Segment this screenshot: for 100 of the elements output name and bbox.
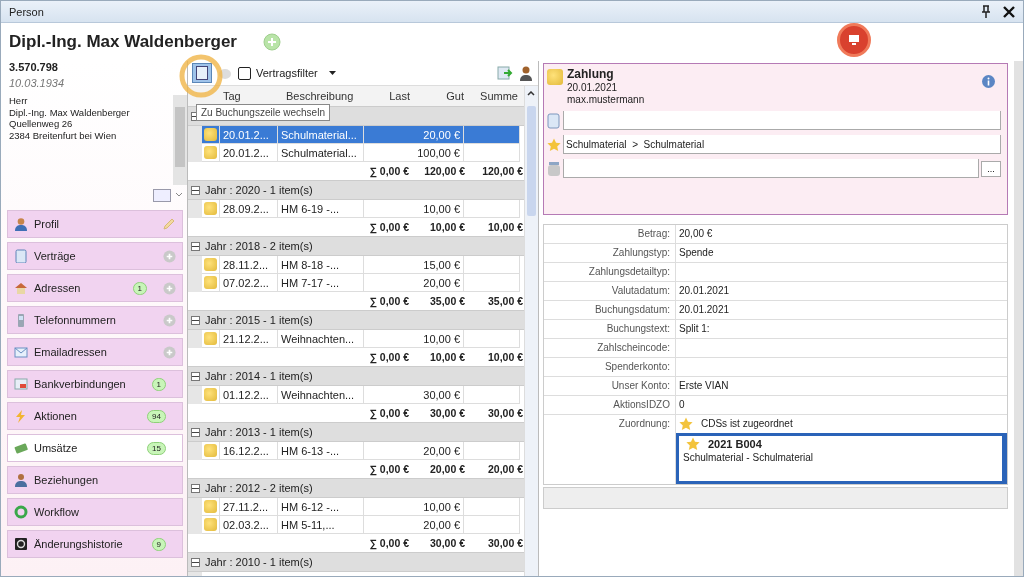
coins-icon (204, 146, 217, 159)
collapse-icon[interactable] (191, 483, 200, 493)
address-line: Herr (9, 95, 29, 107)
person-icon[interactable] (518, 65, 534, 81)
info-icon[interactable] (982, 75, 995, 88)
group-header: Jahr : 2018 - 2 item(s) (205, 240, 313, 252)
column-header[interactable]: Gut (410, 90, 464, 102)
nav-item[interactable]: Änderungshistorie 9 (7, 530, 183, 558)
scrollbar[interactable] (173, 95, 187, 185)
input-field[interactable]: Schulmaterial > Schulmaterial (563, 135, 1001, 154)
filter-label[interactable]: Vertragsfilter (256, 67, 318, 79)
export-icon[interactable] (497, 65, 513, 81)
browse-button[interactable]: ... (981, 160, 1001, 177)
group-header: Jahr : 2014 - 1 item(s) (205, 370, 313, 382)
nav-item[interactable]: Profil (7, 210, 183, 238)
input-field[interactable] (563, 159, 979, 178)
scrollbar[interactable] (524, 86, 538, 576)
coins-icon (547, 69, 563, 85)
group-header: Jahr : 2015 - 1 item(s) (205, 314, 313, 326)
field-label: Buchungsdatum: (544, 301, 676, 319)
scrollbar-thumb[interactable] (527, 106, 536, 216)
pin-icon[interactable] (981, 4, 991, 19)
total-cell-text: 20,00 € (486, 463, 524, 475)
table-cell: Schulmaterial... (278, 126, 364, 144)
total-cell-text: ∑ 0,00 € (368, 463, 409, 475)
payment-title: Zahlung (567, 67, 615, 82)
nav-item[interactable]: Umsätze 15 (7, 434, 183, 462)
group-header-row[interactable]: Jahr : 2015 - 1 item(s) (188, 311, 524, 330)
table-row[interactable]: 16.12.2... HM 6-13 -... 20,00 € (188, 442, 524, 460)
group-header-row[interactable]: Jahr : 2020 - 1 item(s) (188, 181, 524, 200)
nav-item[interactable]: Aktionen 94 (7, 402, 183, 430)
count-badge: 1 (132, 281, 147, 295)
person-number: 3.570.798 (8, 61, 59, 73)
assignment-text: Schulmaterial - Schulmaterial (683, 451, 815, 465)
contact-card-icon[interactable] (153, 188, 171, 202)
column-header[interactable]: Last (364, 90, 410, 102)
goto-booking-button[interactable] (192, 63, 212, 83)
nav-item[interactable]: Verträge (7, 242, 183, 270)
nav-item[interactable]: Emailadressen (7, 338, 183, 366)
group-header-row[interactable]: Jahr : 2013 - 1 item(s) (188, 423, 524, 442)
input-field[interactable] (563, 111, 1001, 130)
address-line: Dipl.-Ing. Max Waldenberger (9, 106, 131, 118)
collapse-icon[interactable] (191, 185, 200, 195)
total-cell-text: 30,00 € (428, 407, 465, 419)
table-cell: 10,00 € (364, 200, 464, 218)
table-cell: 21.12.2... (220, 330, 278, 348)
field-value: 20,00 € (679, 228, 713, 239)
total-cell-text: ∑ 0,00 € (368, 407, 409, 419)
chevron-icon[interactable] (175, 192, 183, 198)
close-icon[interactable] (1003, 5, 1015, 18)
group-header-row[interactable]: Jahr : 2018 - 2 item(s) (188, 237, 524, 256)
table-cell: HM 8-18 -... (278, 256, 364, 274)
table-cell: HM 6-19 -... (278, 200, 364, 218)
scrollbar[interactable] (1014, 61, 1023, 576)
nav-item[interactable]: Bankverbindungen 1 (7, 370, 183, 398)
group-header-row[interactable]: Jahr : 2010 - 1 item(s) (188, 553, 524, 572)
coins-icon (204, 128, 217, 141)
group-header-row[interactable]: Jahr : 2012 - 2 item(s) (188, 479, 524, 498)
collapse-icon[interactable] (191, 427, 200, 437)
collapse-icon[interactable] (191, 241, 200, 251)
table-row[interactable]: 07.02.2... HM 7-17 -... 20,00 € (188, 274, 524, 292)
table-row[interactable]: 28.09.2... HM 6-19 -... 10,00 € (188, 200, 524, 218)
column-header[interactable]: Beschreibung (278, 90, 364, 102)
nav-item[interactable]: Telefonnummern (7, 306, 183, 334)
group-header-row[interactable]: Jahr : 2014 - 1 item(s) (188, 367, 524, 386)
record-button[interactable] (837, 23, 871, 57)
field-label: AktionsIDZO (544, 396, 676, 414)
assignment-card[interactable]: 2021 B004 Schulmaterial - Schulmaterial (676, 433, 1007, 484)
table-cell: HM 5-11,... (278, 516, 364, 534)
table-row[interactable]: 20.01.2... Schulmaterial... 100,00 € (188, 144, 524, 162)
field-label: Spenderkonto: (544, 358, 676, 376)
table-cell: HM 6-13 -... (278, 442, 364, 460)
table-row[interactable]: 02.03.2... HM 5-11,... 20,00 € (188, 516, 524, 534)
total-cell-text: ∑ 0,00 € (368, 537, 409, 549)
table-row[interactable]: 27.11.2... HM 6-12 -... 10,00 € (188, 498, 524, 516)
caret-icon[interactable] (328, 71, 336, 75)
filter-checkbox[interactable] (238, 66, 251, 80)
nav-item[interactable]: Adressen 1 (7, 274, 183, 302)
nav-item[interactable]: Beziehungen (7, 466, 183, 494)
table-row[interactable]: 20.01.2... Schulmaterial... 20,00 € (188, 126, 524, 144)
coins-icon (204, 388, 217, 401)
table-row[interactable]: 28.11.2... HM 8-18 -... 15,00 € (188, 256, 524, 274)
table-row[interactable]: 01.12.2... Weihnachten... 30,00 € (188, 386, 524, 404)
card-icon (14, 377, 28, 391)
nav-item[interactable]: Workflow (7, 498, 183, 526)
column-header[interactable]: Tag (220, 90, 278, 102)
total-cell-text: 35,00 € (428, 295, 465, 307)
collapse-icon[interactable] (191, 557, 200, 567)
table-cell: 20,00 € (364, 516, 464, 534)
collapse-icon[interactable] (191, 315, 200, 325)
table-cell: 20,00 € (364, 126, 464, 144)
field-value: 0 (679, 399, 685, 410)
column-header[interactable]: Summe (464, 90, 520, 102)
table-cell: 01.12.2... (220, 386, 278, 404)
star-icon (679, 417, 693, 431)
total-cell-text: 30,00 € (486, 407, 524, 419)
scroll-up-icon[interactable] (527, 91, 535, 96)
table-row[interactable]: 21.12.2... Weihnachten... 10,00 € (188, 330, 524, 348)
table-cell: 16.12.2... (220, 442, 278, 460)
collapse-icon[interactable] (191, 371, 200, 381)
